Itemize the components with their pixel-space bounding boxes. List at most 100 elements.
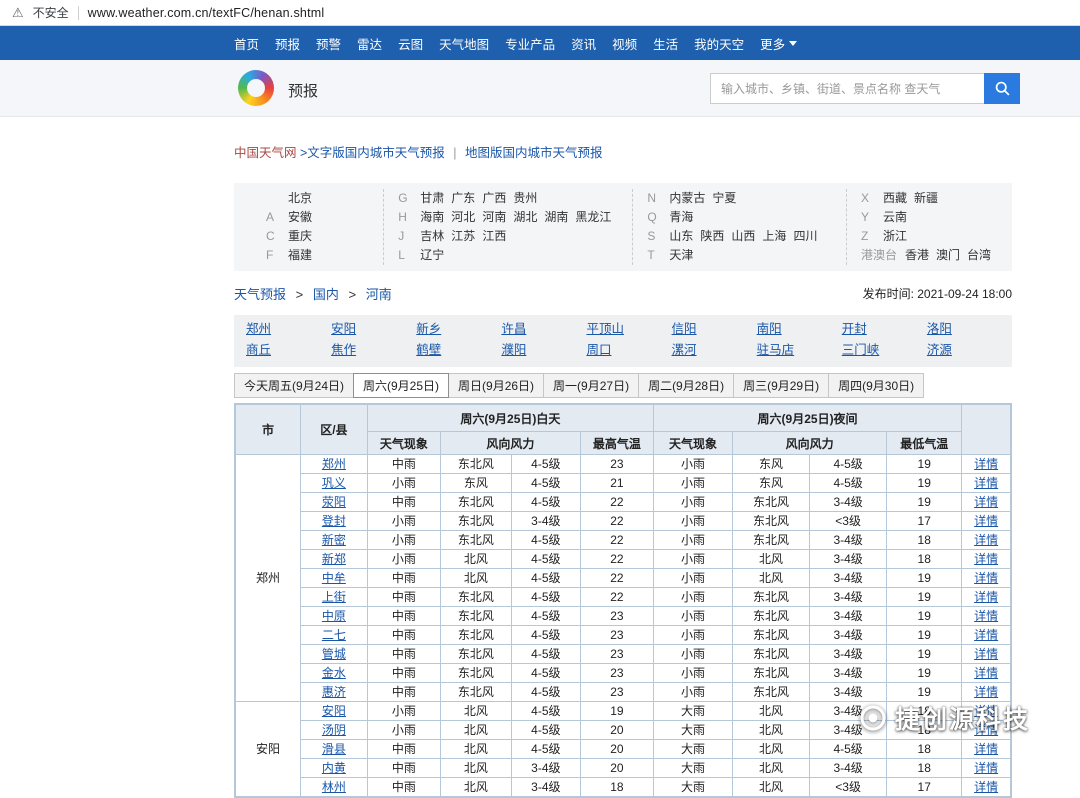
nav-item[interactable]: 预报 <box>275 34 300 53</box>
district-link[interactable]: 荥阳 <box>322 495 346 509</box>
nav-item[interactable]: 预警 <box>316 34 341 53</box>
province-link[interactable]: 青海 <box>669 210 693 224</box>
detail-link[interactable]: 详情 <box>974 533 998 547</box>
province-link[interactable]: 吉林 <box>420 229 444 243</box>
province-link[interactable]: 广东 <box>451 191 475 205</box>
city-link[interactable]: 安阳 <box>331 319 416 340</box>
city-link[interactable]: 许昌 <box>501 319 586 340</box>
detail-link[interactable]: 详情 <box>974 590 998 604</box>
province-link[interactable]: 甘肃 <box>420 191 444 205</box>
city-link[interactable]: 三门峡 <box>842 340 927 361</box>
city-link[interactable]: 平顶山 <box>586 319 671 340</box>
district-link[interactable]: 安阳 <box>322 704 346 718</box>
city-link[interactable]: 漯河 <box>672 340 757 361</box>
city-link[interactable]: 焦作 <box>331 340 416 361</box>
province-link[interactable]: 河南 <box>482 210 506 224</box>
district-link[interactable]: 林州 <box>322 780 346 794</box>
district-link[interactable]: 郑州 <box>322 457 346 471</box>
district-link[interactable]: 汤阴 <box>322 723 346 737</box>
date-tab[interactable]: 周日(9月26日) <box>448 373 545 398</box>
city-link[interactable]: 郑州 <box>246 319 331 340</box>
breadcrumb-weather-link[interactable]: 天气预报 <box>234 287 286 302</box>
city-link[interactable]: 信阳 <box>672 319 757 340</box>
province-link[interactable]: 海南 <box>420 210 444 224</box>
detail-link[interactable]: 详情 <box>974 552 998 566</box>
district-link[interactable]: 管城 <box>322 647 346 661</box>
city-link[interactable]: 洛阳 <box>927 319 1012 340</box>
province-link[interactable]: 江苏 <box>451 229 475 243</box>
province-link[interactable]: 黑龙江 <box>575 210 611 224</box>
detail-link[interactable]: 详情 <box>974 647 998 661</box>
detail-link[interactable]: 详情 <box>974 609 998 623</box>
district-link[interactable]: 中牟 <box>322 571 346 585</box>
district-link[interactable]: 新密 <box>322 533 346 547</box>
province-link[interactable]: 江西 <box>482 229 506 243</box>
province-link[interactable]: 北京 <box>288 191 312 205</box>
city-link[interactable]: 商丘 <box>246 340 331 361</box>
nav-more-menu[interactable]: 更多 <box>760 34 798 53</box>
nav-item[interactable]: 云图 <box>398 34 423 53</box>
detail-link[interactable]: 详情 <box>974 685 998 699</box>
province-link[interactable]: 湖北 <box>513 210 537 224</box>
date-tab[interactable]: 周六(9月25日) <box>353 373 450 398</box>
detail-link[interactable]: 详情 <box>974 742 998 756</box>
district-link[interactable]: 巩义 <box>322 476 346 490</box>
city-link[interactable]: 周口 <box>586 340 671 361</box>
province-link[interactable]: 浙江 <box>883 229 907 243</box>
province-link[interactable]: 西藏 <box>883 191 907 205</box>
site-logo[interactable] <box>238 70 274 106</box>
detail-link[interactable]: 详情 <box>974 666 998 680</box>
detail-link[interactable]: 详情 <box>974 780 998 794</box>
district-link[interactable]: 上街 <box>322 590 346 604</box>
province-link[interactable]: 重庆 <box>288 229 312 243</box>
search-input[interactable] <box>710 73 984 104</box>
city-link[interactable]: 南阳 <box>757 319 842 340</box>
date-tab[interactable]: 周一(9月27日) <box>543 373 640 398</box>
district-link[interactable]: 内黄 <box>322 761 346 775</box>
breadcrumb-domestic-link[interactable]: 国内 <box>313 287 339 302</box>
province-link[interactable]: 台湾 <box>967 248 991 262</box>
date-tab[interactable]: 今天周五(9月24日) <box>234 373 355 398</box>
district-link[interactable]: 登封 <box>322 514 346 528</box>
nav-item[interactable]: 首页 <box>234 34 259 53</box>
nav-item[interactable]: 专业产品 <box>505 34 555 53</box>
nav-item[interactable]: 视频 <box>612 34 637 53</box>
province-link[interactable]: 天津 <box>669 248 693 262</box>
district-link[interactable]: 滑县 <box>322 742 346 756</box>
district-link[interactable]: 中原 <box>322 609 346 623</box>
detail-link[interactable]: 详情 <box>974 457 998 471</box>
date-tab[interactable]: 周三(9月29日) <box>733 373 830 398</box>
province-link[interactable]: 内蒙古 <box>669 191 705 205</box>
warning-icon[interactable]: ⚠ <box>12 5 24 21</box>
province-link[interactable]: 云南 <box>883 210 907 224</box>
district-link[interactable]: 惠济 <box>322 685 346 699</box>
city-link[interactable]: 驻马店 <box>757 340 842 361</box>
detail-link[interactable]: 详情 <box>974 571 998 585</box>
province-link[interactable]: 湖南 <box>544 210 568 224</box>
province-link[interactable]: 山东 <box>669 229 693 243</box>
province-link[interactable]: 澳门 <box>936 248 960 262</box>
province-link[interactable]: 河北 <box>451 210 475 224</box>
map-version-link[interactable]: 地图版国内城市天气预报 <box>465 146 603 160</box>
province-link[interactable]: 四川 <box>793 229 817 243</box>
url-text[interactable]: www.weather.com.cn/textFC/henan.shtml <box>88 6 325 20</box>
province-link[interactable]: 香港 <box>905 248 929 262</box>
site-name-link[interactable]: 中国天气网 <box>234 146 297 160</box>
city-link[interactable]: 新乡 <box>416 319 501 340</box>
province-link[interactable]: 福建 <box>288 248 312 262</box>
text-version-link[interactable]: >文字版国内城市天气预报 <box>300 146 445 160</box>
detail-link[interactable]: 详情 <box>974 476 998 490</box>
province-link[interactable]: 广西 <box>482 191 506 205</box>
district-link[interactable]: 二七 <box>322 628 346 642</box>
province-link[interactable]: 贵州 <box>513 191 537 205</box>
province-link[interactable]: 辽宁 <box>420 248 444 262</box>
nav-item[interactable]: 生活 <box>653 34 678 53</box>
province-link[interactable]: 新疆 <box>914 191 938 205</box>
province-link[interactable]: 安徽 <box>288 210 312 224</box>
breadcrumb-henan-link[interactable]: 河南 <box>366 287 392 302</box>
nav-item[interactable]: 天气地图 <box>439 34 489 53</box>
city-link[interactable]: 鹤壁 <box>416 340 501 361</box>
city-link[interactable]: 开封 <box>842 319 927 340</box>
date-tab[interactable]: 周四(9月30日) <box>828 373 925 398</box>
search-button[interactable] <box>984 73 1020 104</box>
